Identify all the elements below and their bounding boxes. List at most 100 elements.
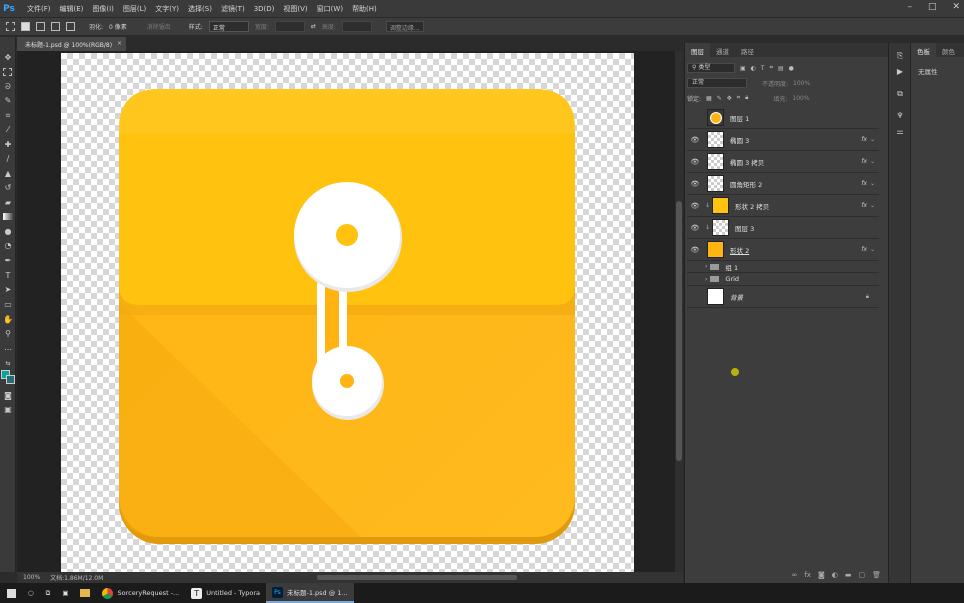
filter-smart-icon[interactable]: ▤ — [778, 65, 784, 72]
more-tools-icon[interactable]: ⋯ — [3, 345, 13, 355]
menu-filter[interactable]: 滤镜(T) — [221, 4, 245, 14]
fx-icon[interactable]: fx — [861, 246, 867, 253]
eye-icon[interactable]: 👁︎ — [687, 246, 703, 254]
quick-select-icon[interactable]: ✎ — [3, 96, 13, 106]
chevron-down-icon[interactable]: ⌄ — [870, 202, 875, 209]
layer-group-row[interactable]: › 组 1 — [687, 261, 879, 273]
eye-icon[interactable]: 👁︎ — [687, 224, 703, 232]
blur-tool-icon[interactable]: ● — [3, 227, 13, 237]
zoom-tool-icon[interactable]: ⚲ — [3, 329, 13, 339]
eye-icon[interactable]: 👁︎ — [687, 158, 703, 166]
style-select[interactable]: 正常 — [208, 21, 249, 32]
add-mask-icon[interactable]: ◙ — [818, 571, 825, 579]
hand-tool-icon[interactable]: ✋ — [3, 315, 13, 325]
document-info[interactable]: 文档:1.86M/12.0M — [50, 573, 103, 582]
lasso-tool-icon[interactable]: ᘐ — [3, 82, 13, 92]
layer-name[interactable]: 背景 — [730, 292, 743, 302]
windows-start-icon[interactable] — [0, 583, 22, 603]
tab-color[interactable]: 颜色 — [936, 43, 961, 57]
eraser-tool-icon[interactable]: ▰ — [3, 198, 13, 208]
tab-swatches[interactable]: 色板 — [911, 43, 936, 57]
chevron-down-icon[interactable]: ⌄ — [870, 136, 875, 143]
chevron-down-icon[interactable]: ⌄ — [870, 246, 875, 253]
subtract-selection-icon[interactable] — [51, 22, 60, 31]
filter-pixel-icon[interactable]: ▣ — [740, 65, 746, 72]
swap-colors-icon[interactable]: ⇆ — [3, 359, 13, 369]
menu-file[interactable]: 文件(F) — [27, 4, 51, 14]
menu-view[interactable]: 视图(V) — [283, 4, 307, 14]
delete-layer-icon[interactable]: 🗑︎ — [872, 571, 881, 579]
lock-pixels-icon[interactable]: ✎ — [717, 95, 722, 102]
chevron-right-icon[interactable]: › — [705, 276, 707, 283]
taskbar-chrome[interactable]: SorceryRequest -... — [96, 583, 185, 603]
tab-paths[interactable]: 路径 — [735, 43, 760, 57]
layer-group-row[interactable]: › Grid — [687, 273, 879, 286]
feather-input[interactable]: 0 像素 — [109, 22, 127, 31]
layer-row[interactable]: 👁︎ 形状 2 fx ⌄ — [687, 239, 879, 261]
search-icon[interactable]: ○ — [22, 583, 40, 603]
menu-window[interactable]: 窗口(W) — [317, 4, 343, 14]
menu-type[interactable]: 文字(Y) — [155, 4, 179, 14]
layer-name[interactable]: 组 1 — [725, 262, 738, 272]
actions-play-icon[interactable]: ▶ — [895, 67, 905, 77]
chevron-down-icon[interactable]: ⌄ — [870, 158, 875, 165]
layer-row[interactable]: 👁︎ 椭圆 3 fx ⌄ — [687, 129, 879, 151]
add-style-icon[interactable]: fx — [804, 571, 811, 579]
shape-tool-icon[interactable]: ▭ — [3, 300, 13, 310]
filter-type-icon[interactable]: T — [761, 65, 765, 72]
document-tab[interactable]: 未标题-1.psd @ 100%(RGB/8) × — [17, 37, 127, 51]
layer-row[interactable]: 图层 1 — [687, 107, 879, 129]
menu-help[interactable]: 帮助(H) — [352, 4, 377, 14]
vertical-scrollbar[interactable] — [675, 51, 683, 572]
antialias-checkbox[interactable]: 消除锯齿 — [147, 22, 171, 31]
link-layers-icon[interactable]: ∞ — [792, 571, 798, 579]
marquee-tool-icon[interactable] — [3, 68, 12, 76]
menu-edit[interactable]: 编辑(E) — [60, 4, 84, 14]
zoom-level[interactable]: 100% — [23, 574, 40, 581]
layer-row[interactable]: 背景 🔒︎ — [687, 286, 879, 308]
history-icon[interactable]: ⎘ — [895, 51, 905, 61]
history-brush-icon[interactable]: ↺ — [3, 183, 13, 193]
blend-mode-select[interactable]: 正常 — [687, 78, 747, 88]
move-tool-icon[interactable]: ✥ — [3, 53, 13, 63]
artboard[interactable] — [61, 53, 634, 573]
layer-name[interactable]: Grid — [725, 275, 739, 283]
fx-icon[interactable]: fx — [861, 136, 867, 143]
lock-transparency-icon[interactable]: ▦ — [706, 95, 712, 102]
minimize-button[interactable]: – — [907, 2, 912, 12]
filter-toggle-icon[interactable]: ● — [789, 65, 794, 72]
background-color-swatch[interactable] — [6, 375, 15, 384]
canvas-area[interactable] — [17, 51, 675, 573]
screen-mode-icon[interactable]: ▣ — [3, 405, 13, 415]
eye-icon[interactable]: 👁︎ — [687, 202, 703, 210]
task-view-icon[interactable]: ⧉ — [40, 583, 57, 603]
chevron-right-icon[interactable]: › — [705, 263, 707, 270]
quick-mask-icon[interactable]: ◙ — [3, 391, 13, 401]
file-explorer-icon[interactable] — [74, 583, 96, 603]
maximize-button[interactable]: □ — [928, 2, 937, 12]
menu-3d[interactable]: 3D(D) — [254, 5, 275, 13]
fx-icon[interactable]: fx — [861, 180, 867, 187]
swap-icon[interactable]: ⇄ — [311, 23, 316, 30]
filter-shape-icon[interactable]: ⌗ — [770, 64, 773, 72]
crop-tool-icon[interactable]: ⌗ — [3, 111, 13, 121]
filter-adjustment-icon[interactable]: ◐ — [751, 65, 756, 72]
new-selection-icon[interactable] — [21, 22, 30, 31]
chevron-down-icon[interactable]: ⌄ — [870, 180, 875, 187]
lock-position-icon[interactable]: ✥ — [727, 95, 732, 102]
new-layer-icon[interactable]: ▢ — [858, 571, 865, 579]
height-input[interactable] — [341, 21, 372, 32]
intersect-selection-icon[interactable] — [66, 22, 75, 31]
store-icon[interactable]: ▣ — [56, 583, 74, 603]
layer-name[interactable]: 形状 2 — [730, 245, 749, 255]
pen-tool-icon[interactable]: ✒ — [3, 256, 13, 266]
brush-presets-icon[interactable]: ♆ — [895, 111, 905, 121]
path-select-icon[interactable]: ➤ — [3, 285, 13, 295]
lock-all-icon[interactable]: 🔒︎ — [745, 94, 748, 102]
refine-edge-button[interactable]: 调整边缘... — [385, 21, 424, 32]
close-button[interactable]: ✕ — [952, 2, 960, 12]
layer-name[interactable]: 圆角矩形 2 — [730, 179, 762, 189]
layer-row[interactable]: 👁︎ 椭圆 3 拷贝 fx ⌄ — [687, 151, 879, 173]
healing-brush-icon[interactable]: ✚ — [3, 140, 13, 150]
close-tab-icon[interactable]: × — [117, 40, 122, 47]
